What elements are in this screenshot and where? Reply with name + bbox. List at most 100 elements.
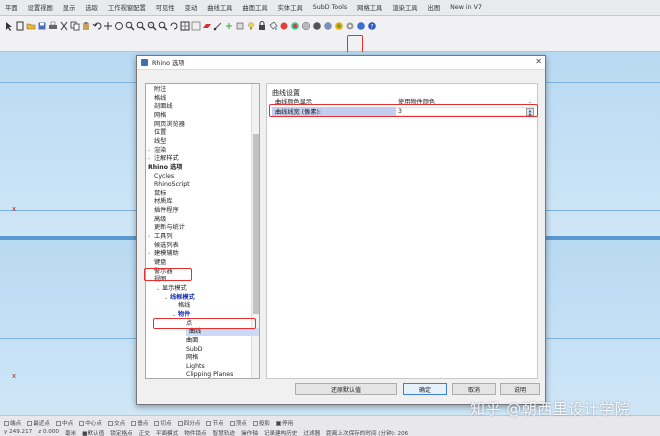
- tree-item[interactable]: 高级: [154, 216, 166, 224]
- lock-icon[interactable]: [257, 20, 267, 32]
- cancel-button[interactable]: 取消: [452, 383, 496, 395]
- tree-item[interactable]: 曲面: [186, 337, 198, 345]
- rhino-options-icon[interactable]: [334, 20, 344, 32]
- tab-7[interactable]: 曲线工具: [202, 3, 237, 12]
- tab-2[interactable]: 显示: [58, 3, 81, 12]
- tree-item[interactable]: 曲线: [186, 328, 259, 337]
- restore-defaults-button[interactable]: 还原默认值: [295, 383, 397, 395]
- new-file-icon[interactable]: [15, 20, 25, 32]
- tree-item[interactable]: Rhino 选项: [148, 164, 182, 172]
- tab-9[interactable]: 实体工具: [273, 3, 308, 12]
- tree-item[interactable]: 工具列: [154, 233, 173, 241]
- checkbox[interactable]: [276, 421, 282, 426]
- tree-item[interactable]: 注解样式: [154, 155, 179, 163]
- checkbox[interactable]: [177, 421, 183, 426]
- zoom-selected-icon[interactable]: [158, 20, 168, 32]
- cut-icon[interactable]: [59, 20, 69, 32]
- osnap-option[interactable]: 最近点: [27, 419, 50, 427]
- light-icon[interactable]: [246, 20, 256, 32]
- checkbox[interactable]: [206, 421, 212, 426]
- osnap-option[interactable]: 中心点: [79, 419, 102, 427]
- tree-expander-icon[interactable]: ⌄: [156, 285, 160, 293]
- gumball-icon[interactable]: [224, 20, 234, 32]
- tree-item[interactable]: 键盘: [154, 259, 166, 267]
- save-icon[interactable]: [37, 20, 47, 32]
- mode-toggle[interactable]: 物件锁点: [184, 429, 206, 436]
- viewport-layout-icon[interactable]: [180, 20, 190, 32]
- osnap-option[interactable]: 中点: [56, 419, 73, 427]
- shaded-sphere-icon[interactable]: [312, 20, 322, 32]
- checkbox[interactable]: [131, 421, 137, 426]
- paint-bucket-icon[interactable]: [268, 20, 278, 32]
- mode-toggle[interactable]: 正交: [139, 429, 150, 436]
- tree-item[interactable]: 网页浏览器: [154, 121, 185, 129]
- tree-item[interactable]: 位置: [154, 129, 166, 137]
- tree-item[interactable]: 线框模式: [170, 294, 195, 302]
- tree-expander-icon[interactable]: ›: [148, 233, 150, 241]
- checkbox[interactable]: [229, 421, 235, 426]
- ok-button[interactable]: 确定: [403, 383, 447, 395]
- pan-icon[interactable]: [103, 20, 113, 32]
- tab-6[interactable]: 变动: [180, 3, 203, 12]
- tab-0[interactable]: 平面: [0, 3, 23, 12]
- checkbox[interactable]: [252, 421, 258, 426]
- tab-4[interactable]: 工作视窗配置: [103, 3, 151, 12]
- tree-expander-icon[interactable]: ⌄: [164, 294, 168, 302]
- zoom-icon[interactable]: [125, 20, 135, 32]
- osnap-option[interactable]: 交点: [108, 419, 125, 427]
- tree-item[interactable]: 格线: [178, 302, 190, 310]
- tree-item[interactable]: 建模辅助: [154, 250, 179, 258]
- tree-item[interactable]: Lights: [186, 363, 205, 371]
- osnap-option[interactable]: 四分点: [177, 419, 200, 427]
- tab-3[interactable]: 选取: [80, 3, 103, 12]
- checkbox[interactable]: [27, 421, 33, 426]
- tree-expander-icon[interactable]: ›: [148, 155, 150, 163]
- tab-11[interactable]: 网格工具: [352, 3, 387, 12]
- tree-item[interactable]: 网格: [154, 112, 166, 120]
- rotate-icon[interactable]: [169, 20, 179, 32]
- tree-item[interactable]: Cycles: [154, 173, 174, 181]
- tree-item[interactable]: 线型: [154, 138, 166, 146]
- checkbox[interactable]: [56, 421, 61, 426]
- osnap-icon[interactable]: [213, 20, 223, 32]
- checkbox[interactable]: [108, 421, 113, 426]
- zoom-window-icon[interactable]: [136, 20, 146, 32]
- checkbox[interactable]: [154, 421, 160, 426]
- help-button[interactable]: 说明: [500, 383, 540, 395]
- osnap-option[interactable]: 投影: [252, 419, 270, 427]
- zoom-extents-icon[interactable]: [147, 20, 157, 32]
- tree-item[interactable]: Clipping Planes: [186, 371, 233, 378]
- osnap-option[interactable]: 切点: [154, 419, 172, 427]
- tab-12[interactable]: 渲染工具: [387, 3, 422, 12]
- grid-icon[interactable]: [191, 20, 201, 32]
- osnap-option[interactable]: 节点: [206, 419, 224, 427]
- tree-item[interactable]: 网格: [186, 354, 198, 362]
- tree-item[interactable]: 插件程序: [154, 207, 179, 215]
- tree-item[interactable]: SubD: [186, 346, 203, 354]
- tree-item[interactable]: 更新与统计: [154, 224, 185, 232]
- tab-1[interactable]: 设置视图: [23, 3, 58, 12]
- tab-13[interactable]: 出图: [423, 3, 446, 12]
- color-wheel-icon[interactable]: [290, 20, 300, 32]
- close-icon[interactable]: ✕: [535, 57, 542, 66]
- tab-8[interactable]: 曲面工具: [237, 3, 272, 12]
- osnap-option[interactable]: 端点: [4, 419, 21, 427]
- rendered-sphere-icon[interactable]: [323, 20, 333, 32]
- tree-item[interactable]: 鼠标: [154, 190, 166, 198]
- tree-item[interactable]: 格线: [154, 95, 166, 103]
- tree-expander-icon[interactable]: ›: [148, 147, 150, 155]
- tab-14[interactable]: New in V7: [445, 4, 487, 11]
- material-icon[interactable]: [279, 20, 289, 32]
- open-folder-icon[interactable]: [26, 20, 36, 32]
- mode-toggle[interactable]: 过滤器: [303, 429, 320, 436]
- osnap-option[interactable]: 停用: [276, 419, 293, 427]
- snapshot-icon[interactable]: [356, 20, 366, 32]
- plane-icon[interactable]: [202, 20, 212, 32]
- tree-item[interactable]: 附注: [154, 86, 166, 94]
- tree-item[interactable]: 显示模式: [162, 285, 187, 293]
- print-icon[interactable]: [48, 20, 58, 32]
- mode-toggle[interactable]: 平面模式: [156, 429, 178, 436]
- tree-item[interactable]: 剖面线: [154, 103, 173, 111]
- checkbox[interactable]: [79, 421, 85, 426]
- tree-item[interactable]: 候选列表: [154, 242, 179, 250]
